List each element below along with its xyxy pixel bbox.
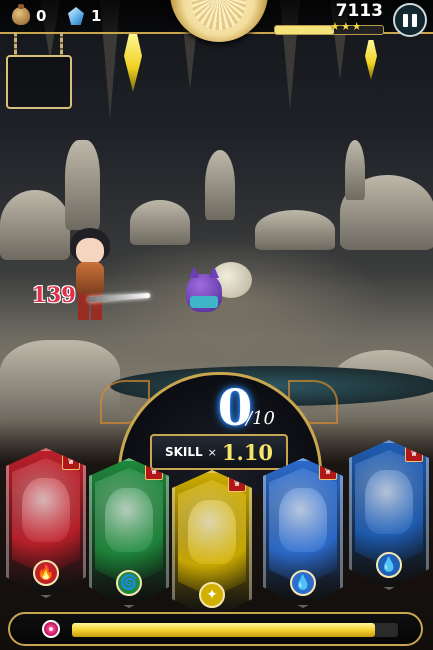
rock [65, 140, 100, 230]
party-card-4[interactable]: ♛ 💧 [263, 458, 343, 608]
crystal-icon [68, 7, 84, 25]
coin-count: 0 [36, 7, 47, 25]
rock [345, 140, 365, 200]
water-element-icon: 💧 [290, 570, 316, 596]
party-card-3[interactable]: ♛ ✦ [172, 470, 252, 620]
pause-icon [412, 13, 417, 27]
chain [14, 32, 17, 55]
damage-number: 139 [32, 282, 76, 307]
card-portrait [365, 470, 413, 534]
player-hp-bar [72, 623, 398, 637]
party-card-1[interactable]: ♛ 🔥 [6, 448, 86, 598]
heart-icon [42, 620, 60, 638]
light-element-icon: ✦ [199, 582, 225, 608]
card-portrait [279, 488, 327, 552]
gem-count: 1 [91, 7, 102, 25]
skill-value: 1.10 [221, 439, 274, 465]
hero-body [76, 262, 104, 296]
party-card-5[interactable]: ♛ 💧 [349, 440, 429, 590]
pause-button[interactable] [393, 3, 427, 37]
star-rating: ★★★ [330, 20, 363, 33]
water-element-icon: 💧 [376, 552, 402, 578]
wind-element-icon: 🌀 [116, 570, 142, 596]
score: 7113 [335, 1, 383, 21]
card-portrait [188, 500, 236, 564]
pause-icon [403, 13, 408, 27]
stage-emblem [170, 0, 268, 42]
card-portrait [22, 478, 70, 542]
enemy-scarf [190, 296, 218, 308]
rock [205, 150, 235, 220]
player-hp-frame [8, 612, 423, 646]
stage-progress-fill [275, 26, 335, 34]
gem-counter: 1 [68, 5, 101, 27]
coin-counter: 0 [12, 4, 47, 27]
combo-counter: 0 /10 [190, 378, 280, 437]
player-hp-fill [72, 623, 376, 637]
enemy-imp[interactable] [180, 262, 260, 322]
skill-multiply-symbol: × [207, 445, 217, 459]
top-hud: 0 1 7113 ★★★ [0, 0, 433, 42]
skill-label: SKILL [164, 445, 203, 459]
hero-face [76, 238, 104, 264]
fire-element-icon: 🔥 [33, 560, 59, 586]
chain [60, 32, 63, 55]
skill-multiplier: SKILL × 1.10 [150, 434, 288, 470]
crystal-glow [365, 40, 377, 80]
money-bag-icon [12, 4, 30, 25]
stage-progress-bar [274, 25, 384, 35]
combo-max: /10 [246, 408, 275, 429]
rock [255, 210, 335, 250]
hero-character [60, 228, 140, 323]
card-portrait [105, 488, 153, 552]
minimap-frame[interactable] [6, 55, 72, 109]
party-card-2[interactable]: ♛ 🌀 [89, 458, 169, 608]
